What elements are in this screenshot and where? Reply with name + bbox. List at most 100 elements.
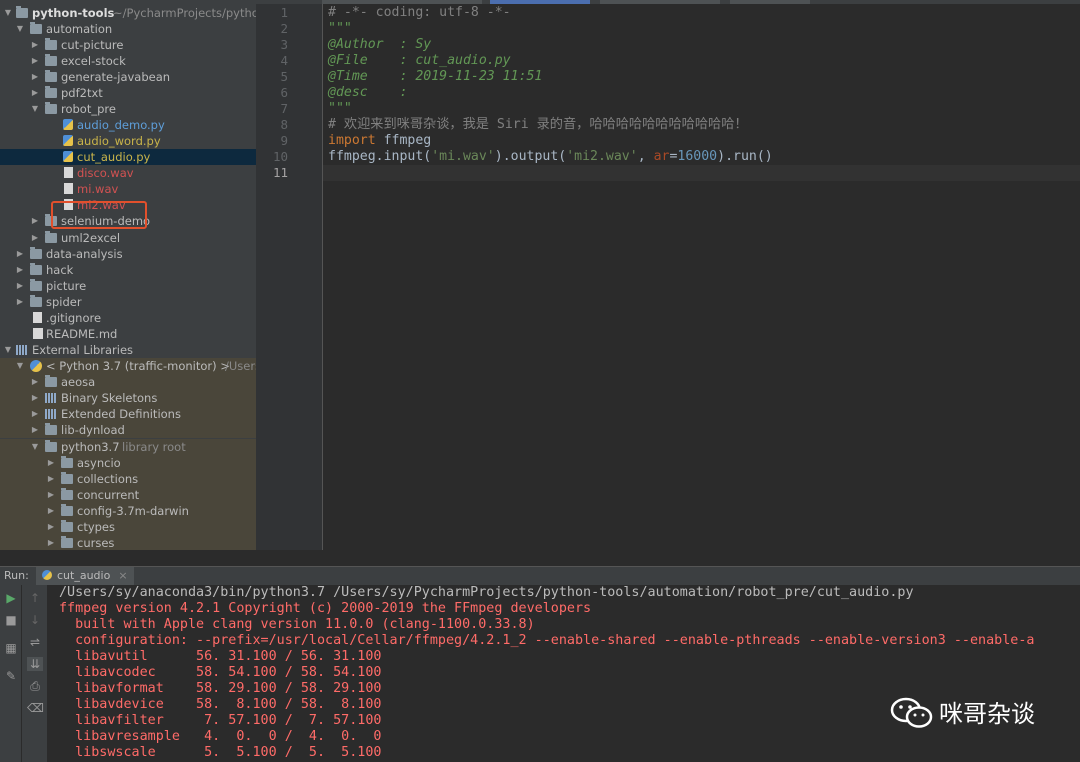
collapse-arrow-icon[interactable]: ▶ [46,519,56,535]
expand-arrow-icon[interactable]: ▼ [30,439,40,455]
tree-row-generate-javabean[interactable]: ▶ generate-javabean [0,69,256,85]
pin-icon[interactable]: ✎ [3,669,19,683]
tree-row-concurrent[interactable]: ▶ concurrent [0,487,256,503]
collapse-arrow-icon[interactable]: ▶ [15,294,25,310]
wechat-logo-icon [890,697,933,728]
collapse-arrow-icon[interactable]: ▶ [46,503,56,519]
tree-row-python-tools[interactable]: ▼ python-tools ~/PycharmProjects/python [0,5,256,21]
tree-row-automation[interactable]: ▼ automation [0,21,256,37]
run-tool-window-header: Run: cut_audio × [0,566,1080,585]
print-icon[interactable]: ⎙ [27,679,43,693]
folder-icon [30,263,42,275]
collapse-arrow-icon[interactable]: ▶ [30,53,40,69]
collapse-arrow-icon[interactable]: ▶ [30,37,40,53]
expand-arrow-icon[interactable]: ▼ [3,342,13,358]
tree-row-asyncio[interactable]: ▶ asyncio [0,455,256,471]
tree-row-audio-demo[interactable]: audio_demo.py [0,117,256,133]
tree-path-hint: ~/PycharmProjects/python [113,6,256,20]
tree-row-readme[interactable]: README.md [0,326,256,342]
current-line-highlight [323,165,1080,181]
run-toolbar-secondary: ↑ ↓ ⇌ ⇊ ⎙ ⌫ [22,585,48,762]
code-line: """ [328,101,352,116]
tree-path-hint: /Users [225,359,256,373]
expand-arrow-icon[interactable]: ▼ [15,21,25,37]
line-number: 6 [280,85,288,100]
tree-label: uml2excel [61,231,121,245]
collapse-arrow-icon[interactable]: ▶ [46,487,56,503]
collapse-arrow-icon[interactable]: ▶ [30,390,40,406]
tree-row-cut-audio[interactable]: cut_audio.py [0,149,256,165]
collapse-arrow-icon[interactable]: ▶ [46,471,56,487]
collapse-arrow-icon[interactable]: ▶ [30,69,40,85]
tree-row-disco-wav[interactable]: disco.wav [0,165,256,181]
tree-row-lib-dynload[interactable]: ▶ lib-dynload [0,422,256,438]
layout-icon[interactable]: ▦ [3,641,19,655]
collapse-arrow-icon[interactable]: ▶ [46,455,56,471]
stop-icon[interactable]: ■ [3,613,19,627]
folder-icon [45,38,57,50]
soft-wrap-icon[interactable]: ⇌ [27,635,43,649]
tree-row-mi-wav[interactable]: mi.wav [0,181,256,197]
collapse-arrow-icon[interactable]: ▶ [30,213,40,229]
folder-icon [30,22,42,34]
run-toolbar-primary: ▶ ■ ▦ ✎ [0,585,21,762]
tree-row-pdf2txt[interactable]: ▶ pdf2txt [0,85,256,101]
tree-label: cut-picture [61,38,124,52]
tree-label: aeosa [61,375,96,389]
tree-row-excel-stock[interactable]: ▶ excel-stock [0,53,256,69]
tree-row-data-analysis[interactable]: ▶ data-analysis [0,246,256,262]
collapse-arrow-icon[interactable]: ▶ [15,246,25,262]
tree-label: .gitignore [46,311,102,325]
scroll-to-end-icon[interactable]: ⇊ [27,657,43,671]
collapse-arrow-icon[interactable]: ▶ [15,278,25,294]
expand-arrow-icon[interactable]: ▼ [30,101,40,117]
expand-arrow-icon[interactable]: ▼ [15,358,25,374]
collapse-arrow-icon[interactable]: ▶ [30,422,40,438]
code-line: # -*- coding: utf-8 -*- [328,5,511,20]
tree-row-collections[interactable]: ▶ collections [0,471,256,487]
project-tree: ▼ python-tools ~/PycharmProjects/python … [0,4,256,550]
tree-row-aeosa[interactable]: ▶ aeosa [0,374,256,390]
line-number: 3 [280,37,288,52]
tree-row-extended-definitions[interactable]: ▶ Extended Definitions [0,406,256,422]
collapse-arrow-icon[interactable]: ▶ [30,406,40,422]
tree-row-robot-pre[interactable]: ▼ robot_pre [0,101,256,117]
code-editor[interactable]: # -*- coding: utf-8 -*- """ @Author : Sy @F… [323,4,1080,550]
tree-row-external-libraries[interactable]: ▼ External Libraries [0,342,256,358]
code-line: import ffmpeg [328,133,432,148]
collapse-arrow-icon[interactable]: ▶ [30,85,40,101]
tree-label: automation [46,22,113,36]
tree-row-picture[interactable]: ▶ picture [0,278,256,294]
collapse-arrow-icon[interactable]: ▶ [30,230,40,246]
down-arrow-icon[interactable]: ↓ [27,613,43,627]
console-line: libavfilter 7. 57.100 / 7. 57.100 [59,713,382,728]
tree-row-spider[interactable]: ▶ spider [0,294,256,310]
collapse-arrow-icon[interactable]: ▶ [15,262,25,278]
trash-icon[interactable]: ⌫ [27,701,44,715]
tree-row-uml2excel[interactable]: ▶ uml2excel [0,230,256,246]
run-tab-cut-audio[interactable]: cut_audio × [36,567,134,585]
run-icon[interactable]: ▶ [3,591,19,605]
tree-row-gitignore[interactable]: .gitignore [0,310,256,326]
audio-file-icon [64,183,73,194]
highlight-annotation-box [51,201,147,229]
close-tab-icon[interactable]: × [118,569,127,582]
tree-row-binary-skeletons[interactable]: ▶ Binary Skeletons [0,390,256,406]
tree-row-python37[interactable]: ▼ python3.7 library root [0,439,256,455]
tree-row-audio-word[interactable]: audio_word.py [0,133,256,149]
up-arrow-icon[interactable]: ↑ [27,591,43,605]
code-line: # 欢迎来到咪哥杂谈，我是 Siri 录的音，哈哈哈哈哈哈哈哈哈哈哈！ [328,117,748,132]
tree-row-curses[interactable]: ▶ curses [0,535,256,550]
code-line: """ [328,21,352,36]
tree-label: hack [46,263,74,277]
tree-row-config[interactable]: ▶ config-3.7m-darwin [0,503,256,519]
tree-row-cut-picture[interactable]: ▶ cut-picture [0,37,256,53]
expand-arrow-icon[interactable]: ▼ [3,5,13,21]
tree-row-python-sdk[interactable]: ▼ < Python 3.7 (traffic-monitor) > /User… [0,358,256,374]
collapse-arrow-icon[interactable]: ▶ [46,535,56,550]
run-console-output[interactable]: /Users/sy/anaconda3/bin/python3.7 /Users… [48,585,1080,762]
folder-icon [16,6,28,18]
collapse-arrow-icon[interactable]: ▶ [30,374,40,390]
tree-row-ctypes[interactable]: ▶ ctypes [0,519,256,535]
tree-row-hack[interactable]: ▶ hack [0,262,256,278]
